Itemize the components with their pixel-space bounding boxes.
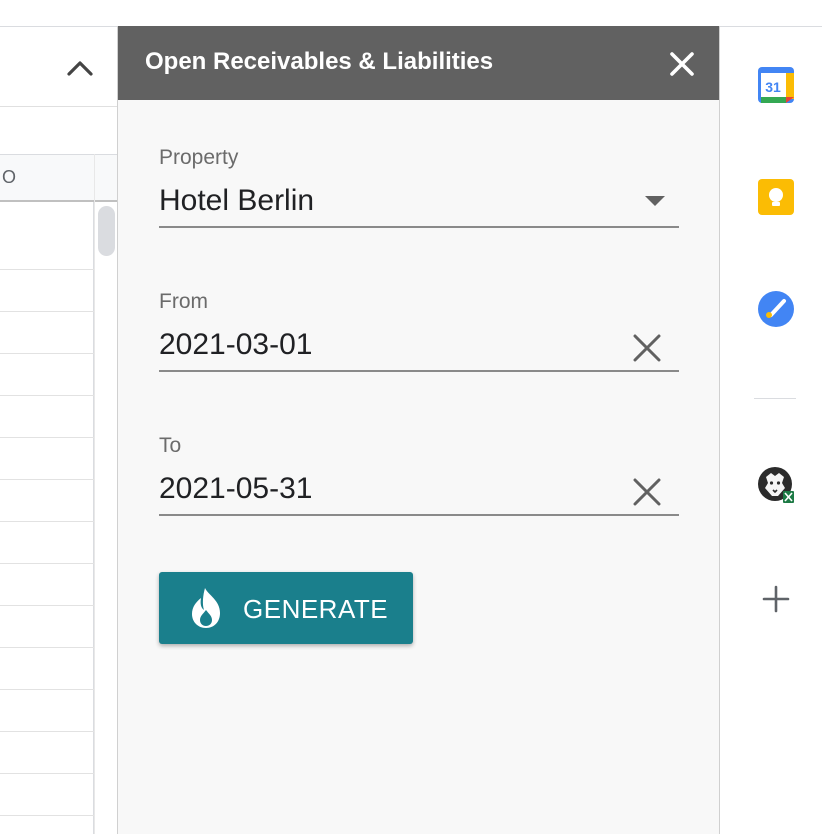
collapse-toolbar-button[interactable] xyxy=(60,48,100,88)
rail-divider xyxy=(754,398,796,399)
clear-to-button[interactable] xyxy=(629,474,665,510)
property-value: Hotel Berlin xyxy=(159,184,315,217)
panel-title: Open Receivables & Liabilities xyxy=(145,48,494,75)
generate-button[interactable]: GENERATE xyxy=(159,572,413,644)
grid-row-line xyxy=(0,647,94,648)
close-panel-button[interactable] xyxy=(666,48,698,80)
calendar-icon: 31 xyxy=(758,67,794,103)
grid-row-line xyxy=(0,269,94,270)
sidebar-panel: Open Receivables & Liabilities Property … xyxy=(117,26,720,834)
grid-row-line xyxy=(0,773,94,774)
scrollbar-thumb[interactable] xyxy=(98,206,115,256)
panel-header: Open Receivables & Liabilities xyxy=(118,26,719,100)
clear-icon xyxy=(633,478,661,506)
grid-row-line xyxy=(0,521,94,522)
lion-addon-button[interactable] xyxy=(756,465,796,505)
clear-from-button[interactable] xyxy=(629,330,665,366)
grid-row-line xyxy=(0,563,94,564)
keep-addon-button[interactable] xyxy=(756,177,796,217)
to-value[interactable]: 2021-05-31 xyxy=(159,472,312,506)
lion-addon-icon xyxy=(758,467,794,503)
grid-row-line xyxy=(0,605,94,606)
toolbar-divider xyxy=(0,106,118,107)
grid-row-line xyxy=(0,395,94,396)
chevron-up-icon xyxy=(67,61,93,76)
from-date-field[interactable]: From 2021-03-01 xyxy=(159,290,679,372)
spreadsheet-grid[interactable] xyxy=(0,202,94,834)
column-header[interactable]: O xyxy=(0,154,94,202)
property-select[interactable]: Property Hotel Berlin xyxy=(159,146,679,228)
grid-row-line xyxy=(0,311,94,312)
to-date-field[interactable]: To 2021-05-31 xyxy=(159,434,679,516)
add-icon xyxy=(762,585,790,613)
grid-row-line xyxy=(0,815,94,816)
property-label: Property xyxy=(159,146,239,169)
calendar-addon-button[interactable]: 31 xyxy=(756,65,796,105)
to-label: To xyxy=(159,434,182,457)
generate-label: GENERATE xyxy=(243,594,389,624)
top-border xyxy=(0,26,118,27)
from-value[interactable]: 2021-03-01 xyxy=(159,328,312,362)
grid-row-line xyxy=(0,353,94,354)
clear-icon xyxy=(633,334,661,362)
keep-icon xyxy=(758,179,794,215)
grid-row-line xyxy=(0,437,94,438)
vertical-scrollbar[interactable] xyxy=(94,154,119,834)
grid-row-line xyxy=(0,731,94,732)
grid-row-line xyxy=(0,479,94,480)
tasks-icon xyxy=(758,291,794,327)
calendar-date: 31 xyxy=(765,79,781,95)
grid-row-line xyxy=(0,689,94,690)
scrollbar-corner xyxy=(95,154,119,202)
from-label: From xyxy=(159,290,208,313)
tasks-addon-button[interactable] xyxy=(756,289,796,329)
addon-rail: 31 xyxy=(720,26,822,834)
add-addon-button[interactable] xyxy=(756,579,796,619)
column-header-label: O xyxy=(2,167,17,187)
dropdown-arrow-icon[interactable] xyxy=(645,196,665,206)
flame-icon xyxy=(192,588,220,628)
close-icon xyxy=(670,52,694,76)
